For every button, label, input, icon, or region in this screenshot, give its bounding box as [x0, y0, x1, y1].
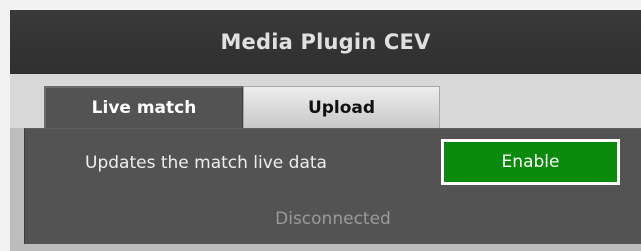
window-title: Media Plugin CEV — [220, 30, 431, 54]
tab-live-match[interactable]: Live match — [44, 86, 243, 128]
window-title-bar: Media Plugin CEV — [10, 10, 641, 74]
live-data-description: Updates the match live data — [85, 153, 327, 173]
bottom-border — [10, 244, 641, 251]
live-match-panel: Updates the match live data Enable Disco… — [24, 128, 641, 244]
plugin-window: Media Plugin CEV Live match Upload Updat… — [10, 10, 641, 251]
enable-button[interactable]: Enable — [441, 139, 620, 185]
enable-button-label: Enable — [501, 152, 560, 172]
tab-live-match-label: Live match — [91, 98, 197, 118]
tab-upload-label: Upload — [307, 97, 376, 118]
tab-strip: Live match Upload — [10, 74, 641, 128]
connection-status: Disconnected — [275, 209, 391, 229]
tab-upload[interactable]: Upload — [243, 86, 440, 128]
